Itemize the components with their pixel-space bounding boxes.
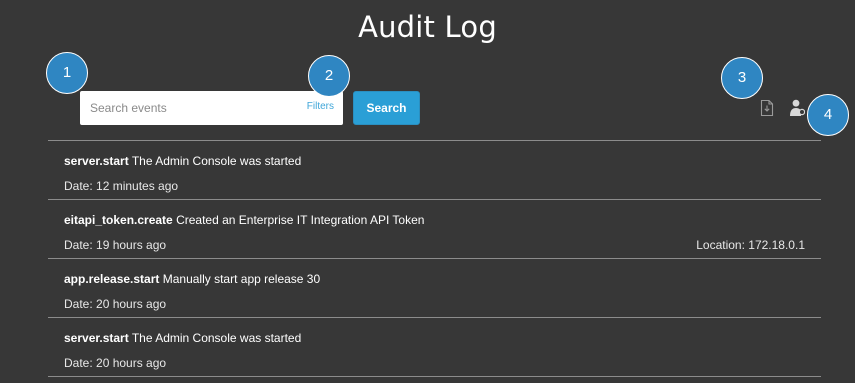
event-row: eitapi_token.create Created an Enterpris… <box>48 200 821 259</box>
callout-marker-2: 2 <box>308 55 350 97</box>
event-date: Date: 12 minutes ago <box>64 179 179 193</box>
event-row: server.start The Admin Console was start… <box>48 141 821 200</box>
event-summary: app.release.start Manually start app rel… <box>64 272 320 286</box>
search-input[interactable] <box>80 91 295 125</box>
callout-marker-3: 3 <box>721 57 763 99</box>
event-date: Date: 20 hours ago <box>64 297 167 311</box>
event-row: server.start The Admin Console was start… <box>48 318 821 377</box>
event-description: Created an Enterprise IT Integration API… <box>176 213 425 227</box>
event-date: Date: 20 hours ago <box>64 356 167 370</box>
user-filter-icon[interactable] <box>789 99 805 117</box>
filters-link[interactable]: Filters <box>307 101 334 112</box>
event-summary: eitapi_token.create Created an Enterpris… <box>64 213 424 227</box>
event-summary: server.start The Admin Console was start… <box>64 154 301 168</box>
callout-marker-1: 1 <box>46 52 88 94</box>
search-button[interactable]: Search <box>353 91 420 125</box>
event-name: server.start <box>64 154 129 168</box>
file-download-icon[interactable] <box>760 99 774 117</box>
event-location: Location: 172.18.0.1 <box>696 238 805 252</box>
event-name: server.start <box>64 331 129 345</box>
event-date: Date: 19 hours ago <box>64 238 167 252</box>
event-row: app.release.start Manually start app rel… <box>48 259 821 318</box>
event-summary: server.start The Admin Console was start… <box>64 331 301 345</box>
callout-marker-4: 4 <box>807 94 849 136</box>
divider <box>48 376 821 377</box>
event-name: app.release.start <box>64 272 160 286</box>
event-description: The Admin Console was started <box>131 154 302 168</box>
event-description: The Admin Console was started <box>131 331 302 345</box>
event-description: Manually start app release 30 <box>162 272 321 286</box>
event-name: eitapi_token.create <box>64 213 173 227</box>
page-title: Audit Log <box>358 10 497 44</box>
search-box: Filters <box>80 91 343 125</box>
